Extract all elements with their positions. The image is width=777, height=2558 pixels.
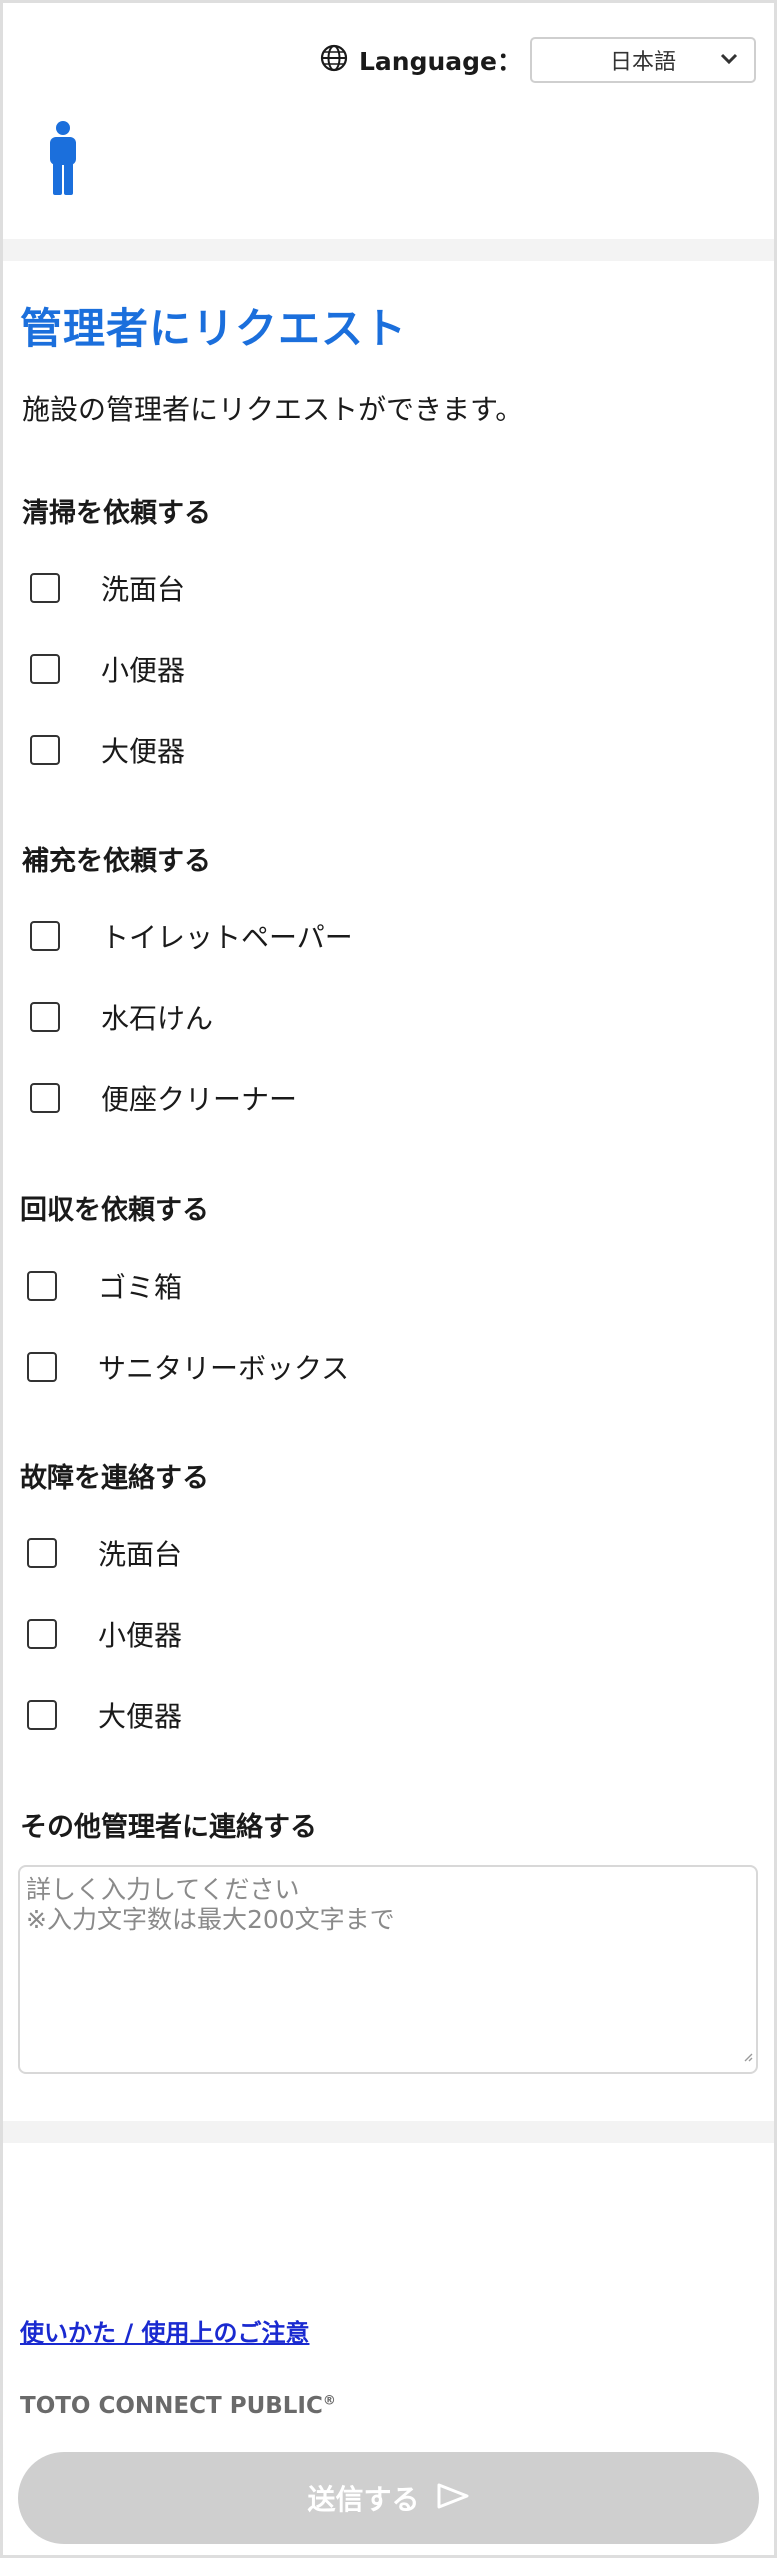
send-icon — [436, 2482, 470, 2514]
brand-text: TOTO CONNECT PUBLIC — [20, 2393, 323, 2419]
message-textarea[interactable]: 詳しく入力してください ※入力文字数は最大200文字まで — [18, 1865, 758, 2074]
chevron-down-icon — [718, 48, 740, 76]
person-icon — [47, 121, 79, 199]
language-bar: Language： 日本語 — [319, 37, 756, 83]
checkbox[interactable] — [27, 1700, 57, 1730]
checkbox[interactable] — [30, 921, 60, 951]
resize-handle-icon[interactable] — [743, 2039, 753, 2069]
option-label: ゴミ箱 — [98, 1271, 183, 1304]
option-refill-seat-cleaner[interactable]: 便座クリーナー — [30, 1078, 297, 1118]
section-divider — [3, 239, 774, 261]
section-heading-collection: 回収を依頼する — [20, 1195, 209, 1226]
checkbox[interactable] — [27, 1619, 57, 1649]
checkbox[interactable] — [30, 1083, 60, 1113]
option-label: 水石けん — [101, 1002, 214, 1035]
page-subtitle: 施設の管理者にリクエストができます。 — [22, 393, 524, 426]
page-frame: Language： 日本語 管理者にリクエスト 施設の管理者にリクエストができま… — [0, 0, 777, 2558]
globe-icon — [319, 43, 349, 77]
checkbox[interactable] — [30, 1002, 60, 1032]
option-malfunction-toilet[interactable]: 大便器 — [27, 1695, 182, 1735]
language-select[interactable]: 日本語 — [530, 37, 756, 83]
checkbox[interactable] — [27, 1538, 57, 1568]
option-label: 洗面台 — [101, 573, 186, 606]
option-malfunction-urinal[interactable]: 小便器 — [27, 1614, 182, 1654]
usage-notes-link[interactable]: 使いかた / 使用上のご注意 — [20, 2313, 309, 2348]
option-refill-toilet-paper[interactable]: トイレットペーパー — [30, 916, 353, 956]
textarea-placeholder-line2: ※入力文字数は最大200文字まで — [26, 1905, 395, 1934]
option-malfunction-washbasin[interactable]: 洗面台 — [27, 1533, 182, 1573]
option-cleaning-washbasin[interactable]: 洗面台 — [30, 568, 185, 608]
option-label: 便座クリーナー — [101, 1083, 298, 1116]
checkbox[interactable] — [30, 654, 60, 684]
option-label: トイレットペーパー — [101, 921, 353, 954]
option-label: 小便器 — [101, 654, 186, 687]
option-label: 小便器 — [98, 1619, 183, 1652]
checkbox[interactable] — [27, 1271, 57, 1301]
checkbox[interactable] — [30, 735, 60, 765]
option-cleaning-toilet[interactable]: 大便器 — [30, 730, 185, 770]
submit-label: 送信する — [307, 2483, 420, 2516]
language-label: Language： — [358, 47, 522, 76]
submit-button[interactable]: 送信する — [18, 2452, 759, 2544]
section-divider — [3, 2121, 774, 2143]
registered-mark: ® — [322, 2393, 336, 2409]
option-label: 大便器 — [98, 1700, 183, 1733]
option-collection-sanitary-box[interactable]: サニタリーボックス — [27, 1347, 349, 1387]
section-heading-malfunction: 故障を連絡する — [20, 1463, 209, 1494]
option-label: 洗面台 — [98, 1538, 183, 1571]
option-label: 大便器 — [101, 735, 186, 768]
section-heading-refill: 補充を依頼する — [22, 846, 211, 877]
option-label: サニタリーボックス — [98, 1352, 350, 1385]
checkbox[interactable] — [30, 573, 60, 603]
section-heading-cleaning: 清掃を依頼する — [22, 498, 211, 529]
option-refill-liquid-soap[interactable]: 水石けん — [30, 997, 213, 1037]
section-heading-other: その他管理者に連絡する — [20, 1812, 317, 1843]
option-collection-trash-bin[interactable]: ゴミ箱 — [27, 1266, 182, 1306]
checkbox[interactable] — [27, 1352, 57, 1382]
language-select-value: 日本語 — [609, 50, 676, 75]
option-cleaning-urinal[interactable]: 小便器 — [30, 649, 185, 689]
textarea-placeholder-line1: 詳しく入力してください — [26, 1875, 300, 1904]
brand-name: TOTO CONNECT PUBLIC® — [20, 2393, 336, 2419]
page-title: 管理者にリクエスト — [20, 304, 408, 353]
